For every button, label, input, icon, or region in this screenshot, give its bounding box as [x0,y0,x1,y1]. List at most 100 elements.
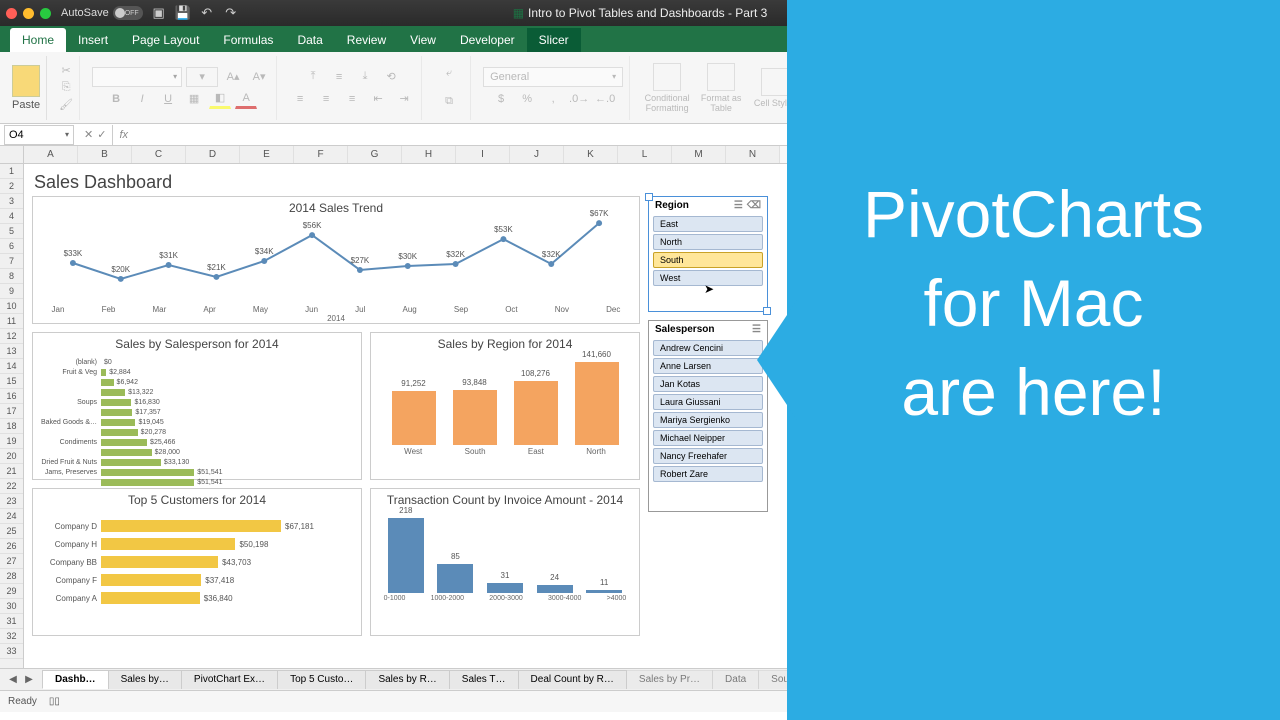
col-header[interactable]: L [618,146,672,163]
indent-dec-icon[interactable]: ⇤ [367,89,389,109]
col-header[interactable]: N [726,146,780,163]
sales-trend-chart[interactable]: 2014 Sales Trend $33K$20K$31K$21K$34K$56… [32,196,640,324]
col-header[interactable]: I [456,146,510,163]
save-icon[interactable]: ▣ [151,5,167,21]
fill-color-icon[interactable]: ◧ [209,89,231,109]
percent-icon[interactable]: % [516,89,538,109]
row-header[interactable]: 33 [0,644,23,659]
col-header[interactable]: Q [888,146,942,163]
prev-sheet-icon[interactable]: ◀ [6,674,20,685]
row-header[interactable]: 5 [0,224,23,239]
sheet-tab[interactable]: Top 5 Custo… [277,670,366,689]
slicer-item[interactable]: Nancy Freehafer [653,448,763,464]
col-header[interactable]: K [564,146,618,163]
row-header[interactable]: 10 [0,299,23,314]
border-icon[interactable]: ▦ [183,89,205,109]
format-as-table[interactable]: Format as Table [696,63,746,113]
chevron-up-icon[interactable]: ˄ [1268,7,1274,19]
col-header[interactable]: W [1212,146,1266,163]
row-header[interactable]: 21 [0,464,23,479]
row-header[interactable]: 14 [0,359,23,374]
row-header[interactable]: 1 [0,164,23,179]
minimize-window[interactable] [23,8,34,19]
clear-filter-icon[interactable]: ⌫ [747,200,761,211]
slicer-item[interactable]: Anne Larsen [653,358,763,374]
col-header[interactable]: R [942,146,996,163]
view-normal-icon[interactable]: ▦ [1062,696,1071,707]
row-header[interactable]: 2 [0,179,23,194]
tab-home[interactable]: Home [10,28,66,52]
row-header[interactable]: 31 [0,614,23,629]
cell-styles[interactable]: Cell Styles [750,68,800,108]
search-workbook[interactable]: 🔍 Search Workbook [1070,6,1181,21]
row-header[interactable]: 20 [0,449,23,464]
col-header[interactable]: J [510,146,564,163]
col-header[interactable]: V [1158,146,1212,163]
select-all-corner[interactable] [0,146,24,163]
row-header[interactable]: 15 [0,374,23,389]
transaction-chart[interactable]: Transaction Count by Invoice Amount - 20… [370,488,640,636]
smiley-icon[interactable]: ☺ ˅ [1224,38,1247,52]
align-bottom-icon[interactable]: ⤓ [354,67,376,87]
decrease-decimal-icon[interactable]: ←.0 [594,89,616,109]
increase-decimal-icon[interactable]: .0→ [568,89,590,109]
col-header[interactable]: A [24,146,78,163]
sheet-tab[interactable]: Sales T… [449,670,519,689]
autosave-toggle[interactable]: AutoSave OFF [61,6,143,20]
orientation-icon[interactable]: ⟲ [380,67,402,87]
format-painter-icon[interactable]: 🖌 [59,98,73,111]
enter-formula-icon[interactable]: ✓ [97,128,106,141]
slicer-item[interactable]: Laura Giussani [653,394,763,410]
align-right-icon[interactable]: ≡ [341,89,363,109]
delete-cells[interactable]: ▦ Delete ▾ [818,82,872,93]
row-header[interactable]: 32 [0,629,23,644]
row-header[interactable]: 18 [0,419,23,434]
sheet-tab[interactable]: Deal Count by R… [518,670,627,689]
row-header[interactable]: 9 [0,284,23,299]
col-header[interactable]: F [294,146,348,163]
sheet-tab[interactable]: Dashb… [42,670,109,689]
redo-icon[interactable]: ↷ [223,5,239,21]
autosum[interactable]: Σ AutoSum ▾ [891,69,951,80]
close-window[interactable] [6,8,17,19]
zoom-in-icon[interactable]: ＋ [1226,694,1236,709]
italic-icon[interactable]: I [131,89,153,109]
add-sheet-button[interactable]: ＋ [815,670,849,690]
region-chart[interactable]: Sales by Region for 2014 91,25293,848108… [370,332,640,480]
row-header[interactable]: 30 [0,599,23,614]
slicer-item[interactable]: South [653,252,763,268]
conditional-formatting[interactable]: Conditional Formatting [642,63,692,113]
salesperson-chart[interactable]: Sales by Salesperson for 2014 (blank)$0F… [32,332,362,480]
row-header[interactable]: 16 [0,389,23,404]
view-page-icon[interactable]: ▤ [1082,696,1091,707]
region-slicer[interactable]: Region ☰⌫ EastNorthSouthWest [648,196,768,312]
font-size[interactable]: ▾ [186,67,218,87]
tab-insert[interactable]: Insert [66,28,120,52]
zoom-out-icon[interactable]: − [1121,696,1127,707]
clear[interactable]: ◇ Clear ▾ [891,95,951,106]
col-header[interactable]: C [132,146,186,163]
row-header[interactable]: 17 [0,404,23,419]
paste-icon[interactable] [12,65,40,97]
zoom-level[interactable]: 100% [1246,696,1272,707]
currency-icon[interactable]: $ [490,89,512,109]
salesperson-slicer[interactable]: Salesperson ☰ Andrew CenciniAnne LarsenJ… [648,320,768,512]
underline-icon[interactable]: U [157,89,179,109]
sheet-tab[interactable]: Sales by Pr… [626,670,713,689]
col-header[interactable]: T [1050,146,1104,163]
row-header[interactable]: 25 [0,524,23,539]
decrease-font-icon[interactable]: A▾ [248,67,270,87]
undo-icon[interactable]: ↶ [199,5,215,21]
insert-cells[interactable]: ▦ Insert ▾ [818,69,872,80]
align-middle-icon[interactable]: ≡ [328,67,350,87]
row-header[interactable]: 7 [0,254,23,269]
col-header[interactable]: G [348,146,402,163]
increase-font-icon[interactable]: A▴ [222,67,244,87]
sheet-tab[interactable]: Source [758,670,816,689]
tab-formulas[interactable]: Formulas [211,28,285,52]
font-select[interactable]: ▾ [92,67,182,87]
col-header[interactable]: U [1104,146,1158,163]
sheet-tab[interactable]: Data [712,670,759,689]
align-left-icon[interactable]: ≡ [289,89,311,109]
font-color-icon[interactable]: A [235,89,257,109]
